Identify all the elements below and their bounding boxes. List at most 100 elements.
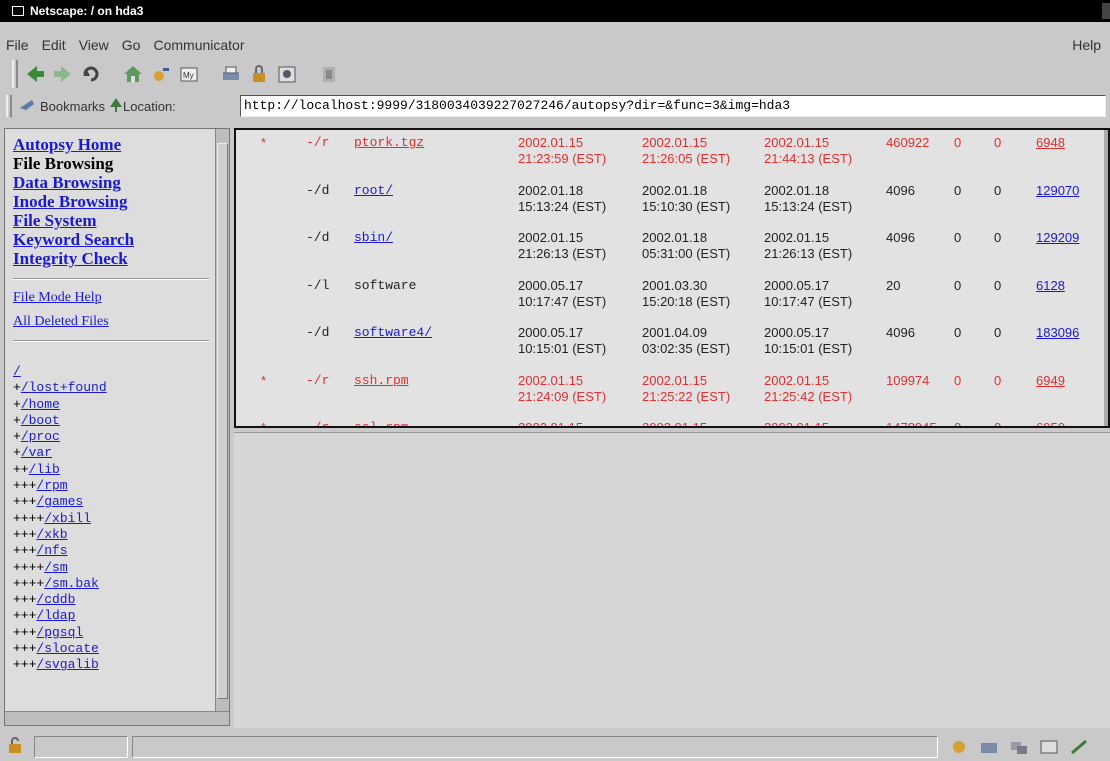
tree-dir-link[interactable]: /rpm [36, 478, 67, 493]
file-gid: 0 [994, 182, 1002, 198]
newsgroups-icon[interactable] [1008, 737, 1030, 757]
nav-integrity-check[interactable]: Integrity Check [13, 249, 213, 268]
url-field[interactable]: http://localhost:9999/318003403922702724… [240, 95, 1106, 117]
tree-dir-link[interactable]: /sm.bak [44, 576, 99, 591]
menu-file[interactable]: File [6, 37, 29, 53]
edit-icon[interactable] [1068, 737, 1090, 757]
location-icon[interactable] [109, 97, 123, 116]
location-grip[interactable] [6, 95, 12, 117]
window-close-button[interactable] [1102, 3, 1110, 19]
stop-icon[interactable] [318, 63, 340, 85]
tree-dir-link[interactable]: /ldap [36, 608, 75, 623]
left-vertical-scrollbar[interactable] [215, 129, 229, 713]
left-scroll-thumb[interactable] [217, 143, 228, 699]
title-bar: Netscape: / on hda3 [0, 0, 1110, 22]
reload-icon[interactable] [80, 63, 102, 85]
c-time-cell: 2002.01.15 21:25:42 (EST) [764, 373, 852, 405]
tree-item: ++/lib [13, 462, 213, 478]
back-icon[interactable] [24, 63, 46, 85]
toolbar-grip[interactable] [12, 60, 18, 88]
tree-dir-link[interactable]: /nfs [36, 543, 67, 558]
navigator-icon[interactable] [948, 737, 970, 757]
tree-dir-link[interactable]: /xkb [36, 527, 67, 542]
tree-dir-link[interactable]: /xbill [44, 511, 91, 526]
tree-dir-link[interactable]: /games [36, 494, 83, 509]
file-gid: 0 [994, 135, 1002, 150]
tree-dir-link[interactable]: /boot [21, 413, 60, 428]
inode-link[interactable]: 6950 [1036, 420, 1065, 426]
home-icon[interactable] [122, 63, 144, 85]
file-uid: 0 [954, 325, 962, 340]
nav-data-browsing[interactable]: Data Browsing [13, 173, 213, 192]
tree-dir-link[interactable]: /sm [44, 560, 67, 575]
left-horizontal-scrollbar[interactable] [5, 711, 229, 725]
tree-depth-prefix: + [13, 380, 21, 396]
menu-view[interactable]: View [79, 37, 109, 53]
mail-icon[interactable] [978, 737, 1000, 757]
location-label: Location: [123, 98, 176, 114]
time-text: 15:13:24 (EST) [518, 198, 607, 214]
tree-dir-link[interactable]: /lib [29, 462, 60, 477]
navigation-toolbar: My [0, 58, 1110, 90]
window-menu-icon[interactable] [12, 6, 24, 16]
file-size: 20 [886, 277, 901, 293]
inode-link[interactable]: 129209 [1036, 230, 1079, 246]
date-text: 2001.03.30 [642, 277, 708, 293]
file-mode-help-link[interactable]: File Mode Help [13, 290, 213, 306]
c-time-cell: 2002.01.15 21:44:13 (EST) [764, 135, 852, 167]
inode-link[interactable]: 129070 [1036, 183, 1079, 199]
tree-dir-link[interactable]: /lost+found [21, 380, 107, 395]
tree-depth-prefix: + [13, 412, 21, 428]
date-text: 2002.01.15 [518, 372, 584, 388]
c-time-cell: 2000.05.17 10:15:01 (EST) [764, 325, 852, 357]
inode-link[interactable]: 183096 [1036, 325, 1079, 341]
a-time-cell: 2002.01.15 21:26:05 (EST) [642, 135, 730, 167]
file-name-link[interactable]: software4/ [354, 325, 432, 341]
nav-keyword-search[interactable]: Keyword Search [13, 230, 213, 249]
tree-dir-link[interactable]: /var [21, 445, 52, 460]
nav-inode-browsing[interactable]: Inode Browsing [13, 192, 213, 211]
tree-dir-link[interactable]: /svgalib [36, 657, 98, 672]
tree-dir-link[interactable]: /pgsql [36, 625, 83, 640]
forward-icon[interactable] [52, 63, 74, 85]
menu-communicator[interactable]: Communicator [153, 37, 244, 53]
composer-icon[interactable] [1038, 737, 1060, 757]
menu-bar: File Edit View Go Communicator Help [0, 32, 1110, 58]
tree-dir-link[interactable]: / [13, 364, 21, 379]
menu-go[interactable]: Go [122, 37, 141, 53]
all-deleted-files-link[interactable]: All Deleted Files [13, 314, 213, 330]
shop-icon[interactable] [276, 63, 298, 85]
nav-file-system[interactable]: File System [13, 211, 213, 230]
menu-help[interactable]: Help [1072, 37, 1101, 53]
lock-icon[interactable] [6, 736, 28, 758]
file-name-link[interactable]: ptork.tgz [354, 135, 424, 151]
tree-depth-prefix: + [13, 396, 21, 412]
bookmarks-icon[interactable] [18, 98, 36, 115]
file-name-link[interactable]: ssh.rpm [354, 373, 409, 389]
left-frame: Autopsy Home File Browsing Data Browsing In… [4, 128, 230, 726]
tree-dir-link[interactable]: /home [21, 397, 60, 412]
date-text: 2002.01.15 [764, 420, 830, 428]
file-type: -/r [306, 135, 330, 150]
inode-link[interactable]: 6949 [1036, 373, 1065, 389]
file-gid: 0 [994, 277, 1002, 293]
inode-link[interactable]: 6128 [1036, 278, 1065, 294]
tree-dir-link[interactable]: /cddb [36, 592, 75, 607]
tree-dir-link[interactable]: /proc [21, 429, 60, 444]
deleted-marker: * [261, 420, 267, 428]
time-text: 21:44:13 (EST) [764, 151, 853, 166]
print-icon[interactable] [220, 63, 242, 85]
search-icon[interactable] [150, 63, 172, 85]
file-name-link[interactable]: sbin/ [354, 230, 393, 246]
guide-icon[interactable]: My [178, 63, 200, 85]
file-list-scrollbar[interactable] [1104, 130, 1108, 426]
menu-edit[interactable]: Edit [42, 37, 66, 53]
security-icon[interactable] [248, 63, 270, 85]
bookmarks-button[interactable]: Bookmarks [40, 99, 105, 114]
tree-dir-link[interactable]: /slocate [36, 641, 98, 656]
nav-autopsy-home[interactable]: Autopsy Home [13, 135, 213, 154]
date-text: 2002.01.15 [764, 135, 830, 150]
inode-link[interactable]: 6948 [1036, 135, 1065, 151]
file-name-link[interactable]: ssl.rpm [354, 420, 409, 426]
file-name-link[interactable]: root/ [354, 183, 393, 199]
